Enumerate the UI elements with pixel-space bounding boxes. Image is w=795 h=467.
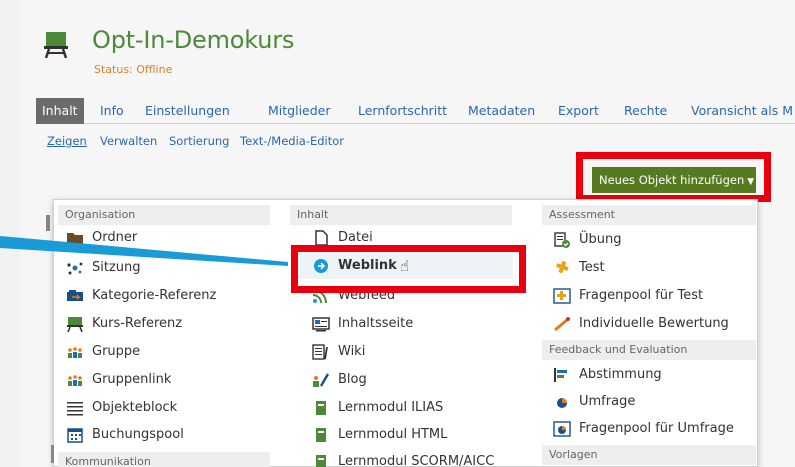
menu-item-buchungspool[interactable]: Buchungspool <box>66 422 266 448</box>
add-object-label: Neues Objekt hinzufügen <box>599 173 745 187</box>
individual-assessment-icon <box>554 317 570 332</box>
tab-lernfortschritt[interactable]: Lernfortschritt <box>352 98 453 124</box>
page-title: Opt-In-Demokurs <box>92 26 295 54</box>
blog-icon <box>313 373 330 387</box>
caret-down-icon: ▼ <box>747 177 755 187</box>
section-heading-feedback: Feedback und Evaluation <box>542 340 756 360</box>
menu-item-abstimmung[interactable]: Abstimmung <box>553 362 753 388</box>
status-text: Status: Offline <box>94 63 173 76</box>
menu-item-objekteblock[interactable]: Objekteblock <box>66 395 266 421</box>
content-page-icon <box>312 317 330 332</box>
menu-item-blog[interactable]: Blog <box>312 367 512 393</box>
test-icon <box>556 260 569 274</box>
section-heading-inhalt: Inhalt <box>290 205 512 225</box>
menu-item-ordner[interactable]: Ordner <box>66 225 266 251</box>
menu-item-kategorie-referenz[interactable]: Kategorie-Referenz <box>66 283 266 309</box>
menu-item-lernmodul-html[interactable]: Lernmodul HTML <box>312 422 512 448</box>
section-heading-vorlagen: Vorlagen <box>542 445 756 465</box>
subtab-editor[interactable]: Text-/Media-Editor <box>240 134 344 148</box>
poll-icon <box>554 368 567 382</box>
menu-item-gruppenlink[interactable]: Gruppenlink <box>66 367 266 393</box>
category-reference-icon <box>67 290 83 301</box>
menu-item-fragenpool-test[interactable]: Fragenpool für Test <box>553 283 753 309</box>
menu-item-inhaltsseite[interactable]: Inhaltsseite <box>312 311 512 337</box>
learning-module-icon <box>316 401 326 415</box>
section-heading-kommunikation: Kommunikation <box>58 452 270 467</box>
wiki-icon <box>312 344 328 360</box>
menu-item-wiki[interactable]: Wiki <box>312 339 512 365</box>
learning-module-scorm-icon <box>316 455 326 467</box>
session-icon <box>67 262 83 275</box>
tab-mitglieder[interactable]: Mitglieder <box>262 98 337 124</box>
menu-item-uebung[interactable]: Übung <box>553 227 753 253</box>
menu-item-kurs-referenz[interactable]: Kurs-Referenz <box>66 311 266 337</box>
highlight-frame <box>291 245 526 293</box>
course-icon <box>44 32 68 58</box>
tab-einstellungen[interactable]: Einstellungen <box>139 98 236 124</box>
subtab-verwalten[interactable]: Verwalten <box>100 134 157 148</box>
add-object-menu: Organisation Ordner Sitzung Kategorie-Re… <box>53 199 758 467</box>
tab-export[interactable]: Export <box>552 98 605 124</box>
tab-metadaten[interactable]: Metadaten <box>462 98 541 124</box>
question-pool-test-icon <box>553 288 571 304</box>
course-reference-icon <box>67 317 83 332</box>
tab-bar: Inhalt Info Einstellungen Mitglieder Ler… <box>36 98 795 124</box>
learning-module-html-icon <box>316 428 326 442</box>
background-fragment <box>51 445 54 463</box>
exercise-icon <box>554 232 570 248</box>
subtab-zeigen[interactable]: Zeigen <box>47 134 87 148</box>
tab-rechte[interactable]: Rechte <box>618 98 673 124</box>
menu-item-fragenpool-umfrage[interactable]: Fragenpool für Umfrage <box>553 416 753 442</box>
menu-item-sitzung[interactable]: Sitzung <box>66 255 266 281</box>
file-icon <box>315 230 328 246</box>
section-heading-organisation: Organisation <box>58 205 270 225</box>
menu-item-test[interactable]: Test <box>553 255 753 281</box>
group-icon <box>68 347 82 358</box>
tab-inhalt[interactable]: Inhalt <box>36 98 84 124</box>
tab-info[interactable]: Info <box>94 98 130 124</box>
menu-item-individuelle-bewertung[interactable]: Individuelle Bewertung <box>553 311 763 337</box>
menu-item-lernmodul-scorm[interactable]: Lernmodul SCORM/AICC <box>312 449 512 467</box>
calendar-icon <box>67 428 83 443</box>
add-object-button[interactable]: Neues Objekt hinzufügen ▼ <box>592 167 756 193</box>
tab-voransicht[interactable]: Voransicht als M <box>685 98 795 124</box>
group-link-icon <box>68 375 82 386</box>
folder-icon <box>67 233 83 244</box>
menu-item-gruppe[interactable]: Gruppe <box>66 339 266 365</box>
menu-item-lernmodul-ilias[interactable]: Lernmodul ILIAS <box>312 395 512 421</box>
question-pool-survey-icon <box>553 421 571 437</box>
survey-icon <box>557 398 567 408</box>
menu-item-umfrage[interactable]: Umfrage <box>553 389 753 415</box>
background-fragment <box>46 215 50 231</box>
subtab-sortierung[interactable]: Sortierung <box>169 134 229 148</box>
item-block-icon <box>67 402 83 416</box>
section-heading-assessment: Assessment <box>542 205 756 225</box>
